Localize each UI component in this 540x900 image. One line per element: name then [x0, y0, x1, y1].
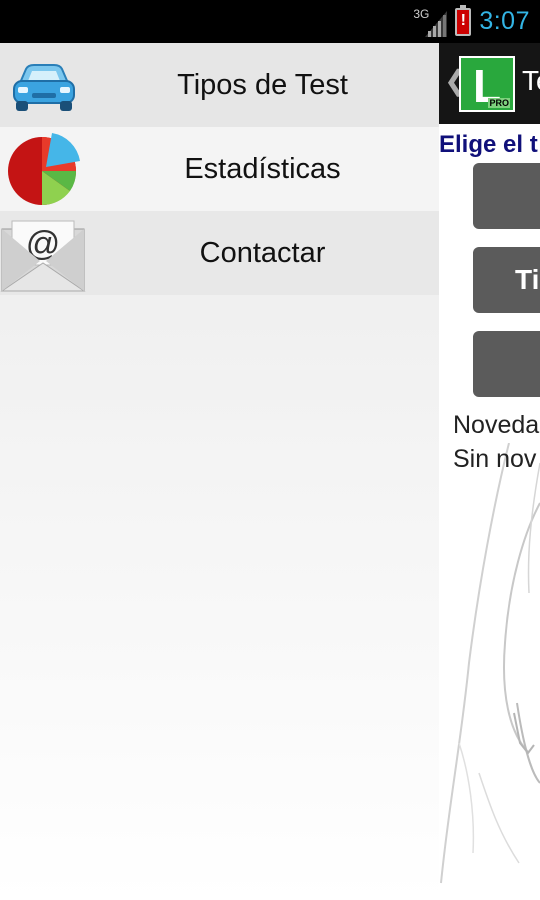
main-screen: ❮ L PRO Te Elige el t Ti Noveda Sin nov	[439, 43, 540, 900]
action-bar-title: Te	[522, 65, 540, 96]
main-button-3[interactable]	[473, 331, 540, 397]
app-logo[interactable]: L PRO	[459, 56, 515, 112]
logo-badge: PRO	[488, 98, 510, 108]
action-bar: ❮ L PRO Te	[439, 43, 540, 124]
signal-icon	[425, 10, 448, 37]
navigation-drawer: Tipos de Test Estadísticas @ Contactar	[0, 43, 439, 900]
pie-chart-icon	[0, 127, 86, 211]
drawer-item-label: Contactar	[199, 236, 326, 269]
envelope-icon: @	[0, 211, 86, 295]
car-icon	[0, 43, 86, 127]
clock: 3:07	[479, 7, 530, 35]
news-title: Noveda	[453, 411, 540, 439]
choose-prompt: Elige el t	[439, 131, 538, 158]
main-button-2[interactable]: Ti	[473, 247, 540, 313]
drawer-item-label: Estadísticas	[184, 152, 341, 185]
drawer-item-contactar[interactable]: @ Contactar	[0, 211, 439, 295]
signal-indicator: 3G	[413, 7, 448, 37]
main-button-1[interactable]	[473, 163, 540, 229]
background-sketch-image	[440, 443, 540, 884]
status-icons: 3G ! 3:07	[413, 0, 530, 43]
battery-alert-icon: !	[455, 4, 472, 36]
news-text: Sin nov	[453, 445, 537, 473]
drawer-item-tipos-de-test[interactable]: Tipos de Test	[0, 43, 439, 127]
drawer-item-label: Tipos de Test	[177, 68, 348, 101]
drawer-item-estadisticas[interactable]: Estadísticas	[0, 127, 439, 211]
status-bar: 3G ! 3:07	[0, 0, 540, 43]
